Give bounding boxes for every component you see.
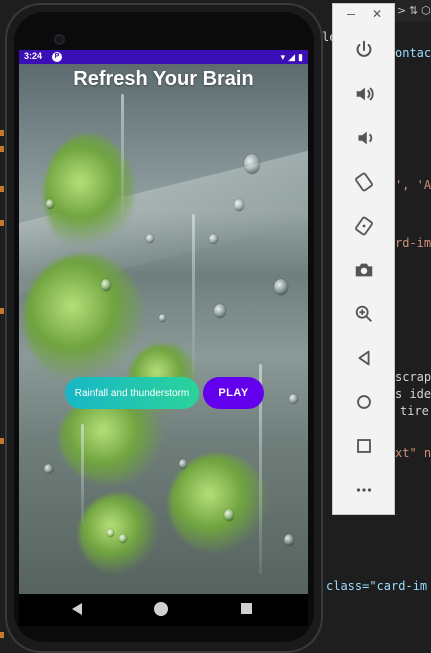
chevron-right-icon[interactable]: > [397, 4, 406, 17]
gutter-marker [0, 146, 4, 152]
volume-up-button[interactable] [347, 77, 381, 111]
rain-drop [46, 199, 54, 209]
code-line: class="card-im [326, 579, 428, 593]
navigation-bar [19, 594, 308, 626]
rotate-left-button[interactable] [347, 165, 381, 199]
status-bar: 3:24 P ▾ ◢ ▮ [19, 50, 308, 64]
zoom-button[interactable] [347, 297, 381, 331]
code-line: tire [400, 404, 429, 418]
home-button[interactable] [347, 385, 381, 419]
gutter-marker [0, 130, 4, 136]
more-button[interactable] [347, 473, 381, 507]
signal-icon: ◢ [288, 52, 296, 62]
rain-streak [192, 214, 195, 374]
emulator-window-controls: ✕ [333, 4, 394, 26]
wifi-icon: ▾ [280, 52, 286, 62]
close-icon[interactable]: ✕ [372, 7, 382, 21]
power-button[interactable] [347, 33, 381, 67]
rain-drop [179, 459, 187, 469]
status-icons: ▾ ◢ ▮ [281, 51, 303, 63]
app-background: Refresh Your Brain Rainfall and thunders… [19, 64, 308, 594]
notification-app-icon: P [52, 52, 62, 62]
power-icon [356, 40, 372, 57]
nav-recents-icon[interactable] [241, 603, 252, 614]
code-line: rd-im [395, 236, 431, 250]
status-time: 3:24 [24, 51, 43, 61]
screenshot-button[interactable] [347, 253, 381, 287]
overview-icon [357, 439, 371, 453]
code-line: scrap [395, 370, 431, 384]
play-button[interactable]: PLAY [203, 377, 264, 409]
rain-drop [159, 314, 166, 322]
nav-home-icon[interactable] [154, 602, 168, 616]
rain-drop [244, 154, 260, 174]
battery-icon: ▮ [298, 52, 303, 62]
front-camera [54, 34, 65, 45]
rain-drop [101, 279, 111, 291]
rain-drop [234, 199, 244, 211]
code-line: ', 'A [395, 178, 431, 192]
rain-drop [209, 234, 218, 244]
gutter-marker [0, 632, 4, 638]
code-line: s ide [395, 387, 431, 401]
volume-down-button[interactable] [347, 121, 381, 155]
phone-screen: 3:24 P ▾ ◢ ▮ Refresh Your Brain Rainfall… [19, 50, 308, 626]
gutter-marker [0, 308, 4, 314]
rain-streak [121, 94, 124, 214]
editor-tab-bar: > ⇅ ⬡ [395, 0, 431, 22]
rain-drop [119, 534, 127, 543]
emulator-controls-panel: ✕ [332, 3, 395, 515]
pull-request-icon[interactable]: ⇅ [409, 4, 418, 17]
foliage-blur [24, 254, 144, 384]
rain-drop [284, 534, 294, 546]
rain-streak [81, 424, 84, 524]
code-line: xt" n [395, 446, 431, 460]
more-icon [356, 488, 372, 492]
minimize-icon[interactable] [347, 14, 355, 15]
overview-button[interactable] [347, 429, 381, 463]
back-icon [358, 350, 370, 366]
rotate-right-button[interactable] [347, 209, 381, 243]
rotate-right-icon [355, 216, 373, 236]
back-button[interactable] [347, 341, 381, 375]
code-line: ontac [395, 46, 431, 60]
rain-drop [224, 509, 234, 521]
rain-drop [107, 529, 114, 537]
camera-icon [355, 263, 373, 277]
volume-down-icon [358, 131, 373, 145]
volume-up-icon [356, 87, 374, 101]
gutter-marker [0, 438, 4, 444]
rotate-left-icon [355, 172, 373, 192]
home-icon [357, 395, 371, 409]
gutter-marker [0, 186, 4, 192]
rain-drop [289, 394, 298, 404]
rain-drop [44, 464, 53, 474]
foliage-blur [79, 494, 159, 574]
nav-back-icon[interactable] [72, 603, 82, 615]
rain-drop [214, 304, 226, 318]
gutter-marker [0, 220, 4, 226]
app-title: Refresh Your Brain [73, 68, 254, 90]
rain-drop [146, 234, 154, 243]
rain-drop [274, 279, 288, 295]
foliage-blur [169, 454, 269, 554]
cube-icon[interactable]: ⬡ [421, 4, 431, 17]
track-select-button[interactable]: Rainfall and thunderstorm [65, 377, 199, 409]
zoom-icon [355, 305, 372, 322]
